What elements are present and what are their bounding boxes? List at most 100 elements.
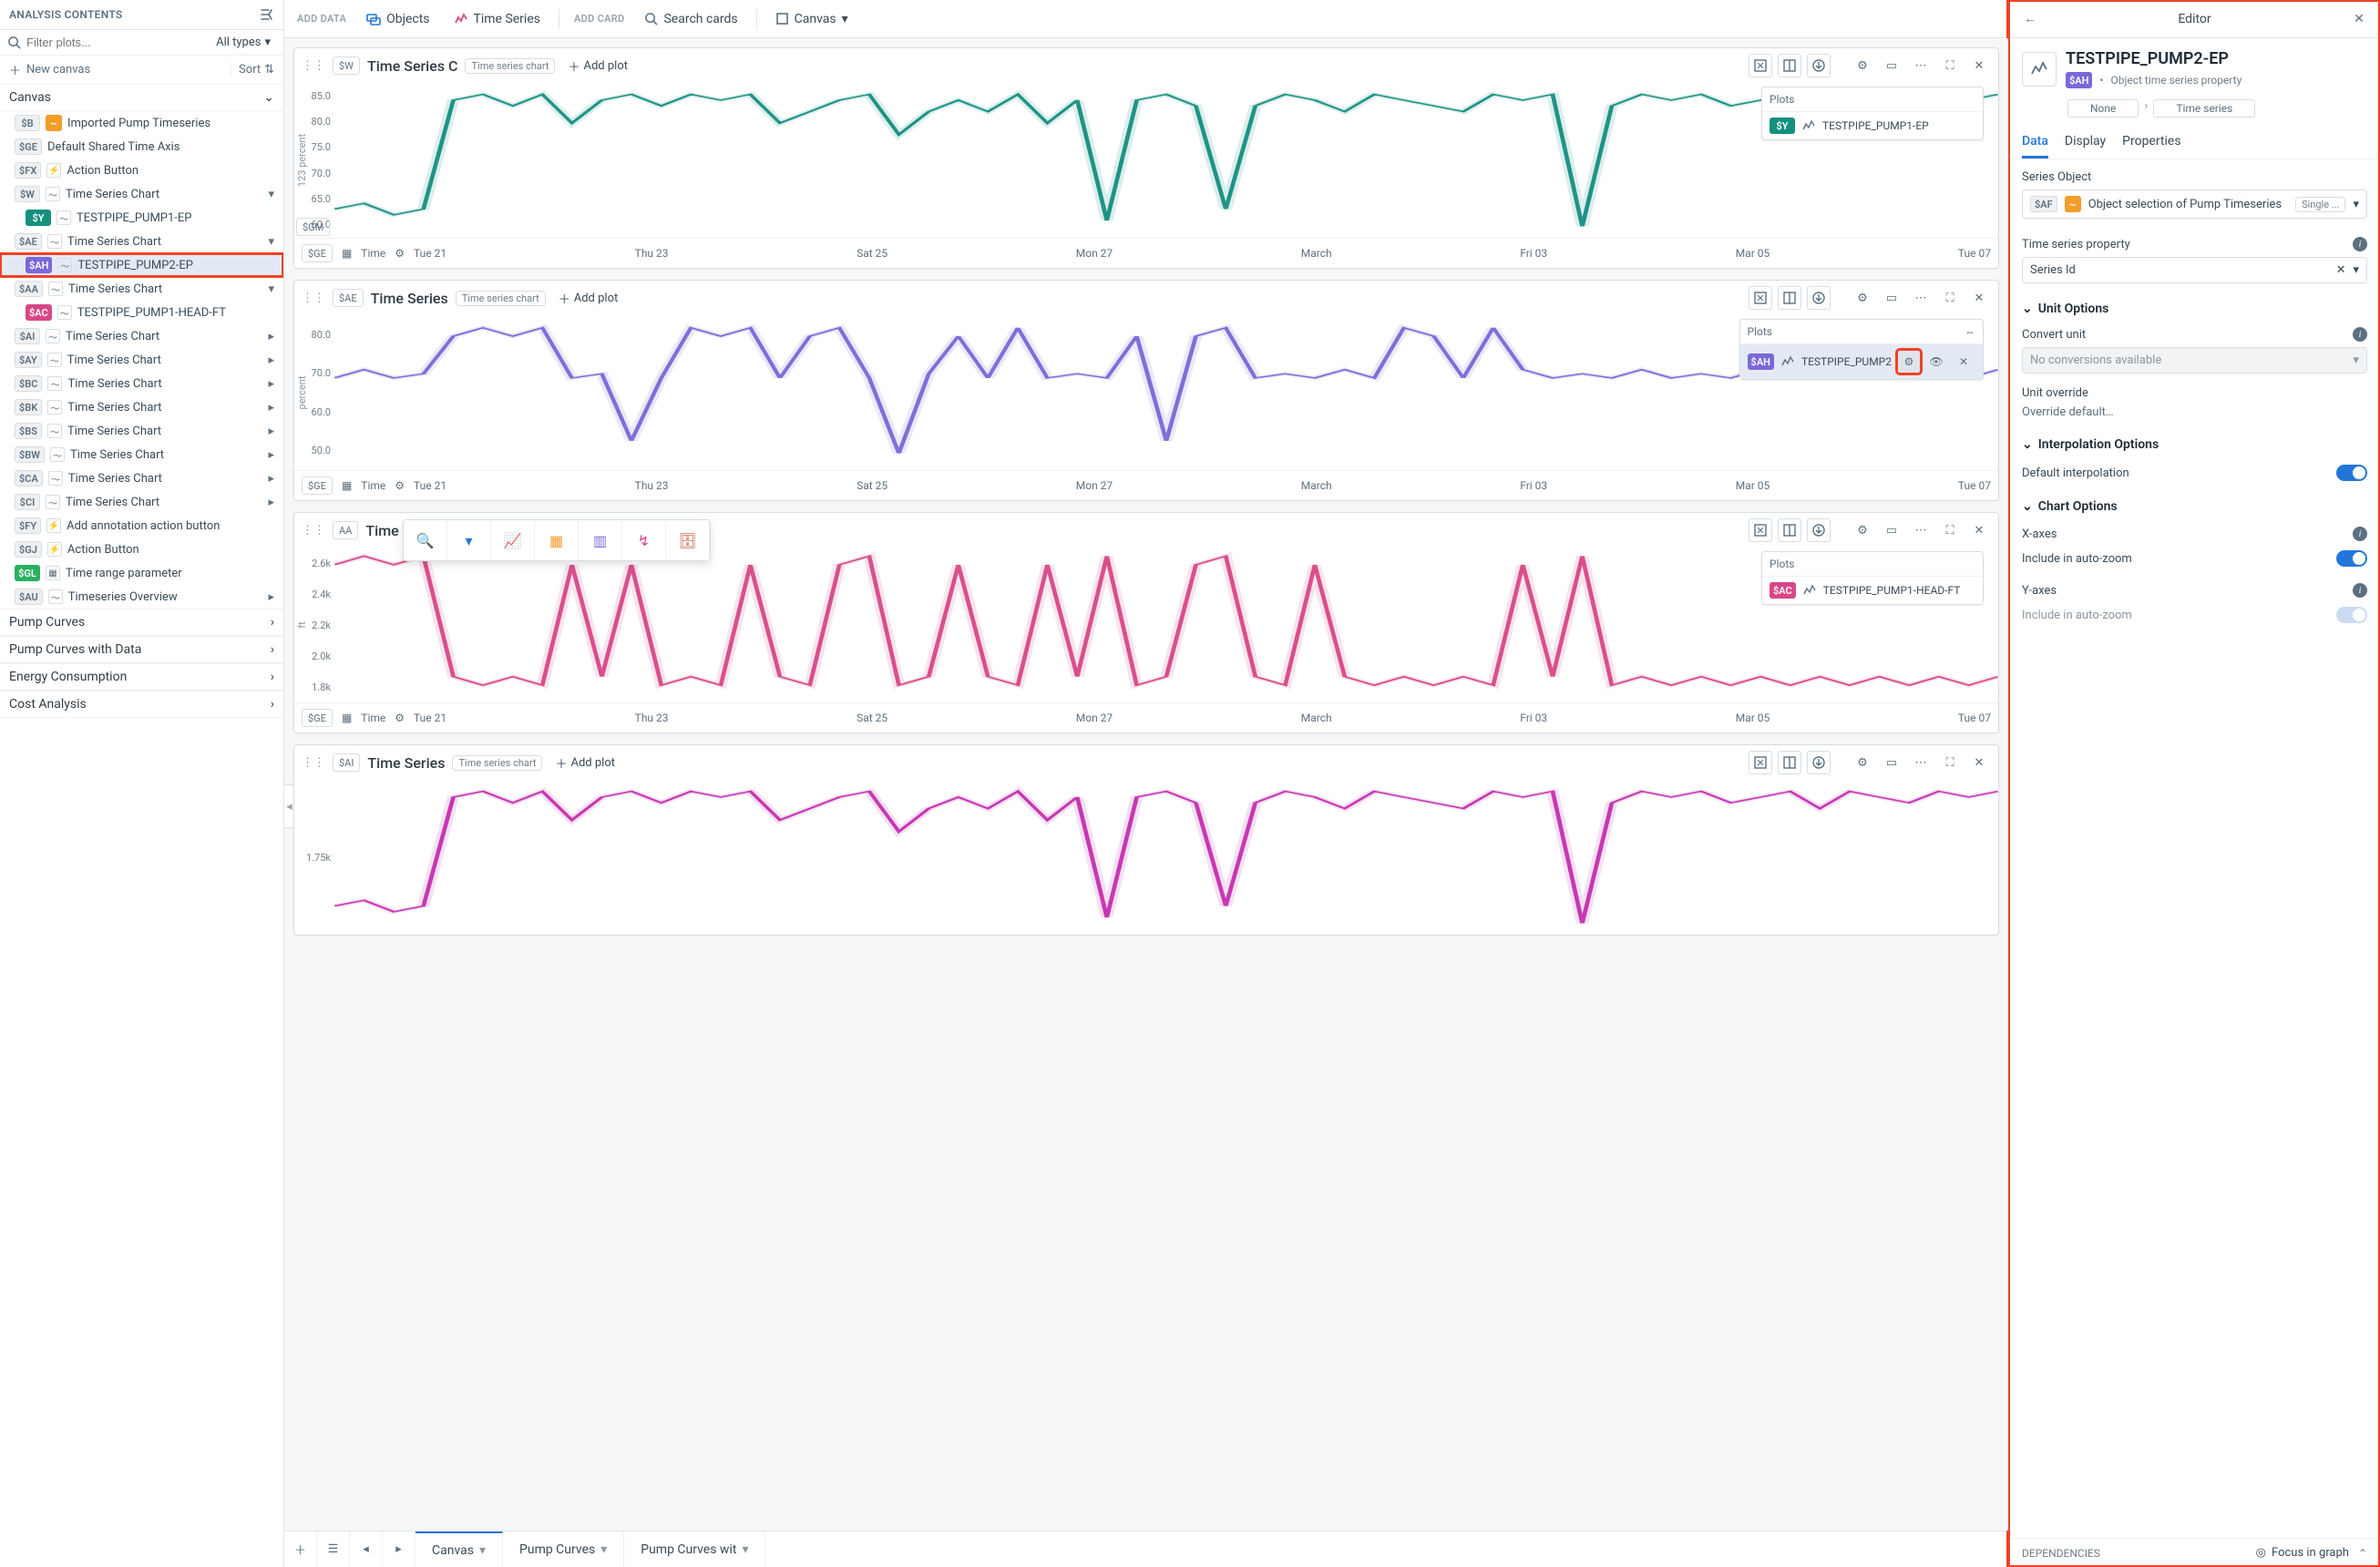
expand-icon[interactable]: ⛶ <box>1938 54 1962 77</box>
tree-item[interactable]: $FX ⚡ Action Button <box>0 159 283 182</box>
expand-icon[interactable]: ⛶ <box>1938 518 1962 542</box>
collapse-sidebar-icon[interactable] <box>260 7 274 22</box>
remove-icon[interactable]: ✕ <box>1952 350 1975 374</box>
more-icon[interactable]: ⋯ <box>1909 54 1933 77</box>
tree-item[interactable]: $FY ⚡ Add annotation action button <box>0 514 283 538</box>
gear-icon[interactable]: ⚙ <box>1851 518 1874 542</box>
bottom-section[interactable]: Pump Curves with Data› <box>0 636 283 663</box>
clear-icon[interactable]: ✕ <box>2336 263 2346 277</box>
tree-item[interactable]: $W 〜 Time Series Chart ▾ <box>0 182 283 206</box>
more-icon[interactable]: ⋯ <box>1909 286 1933 310</box>
download-icon[interactable] <box>1807 518 1831 542</box>
section-interpolation[interactable]: ⌄ Interpolation Options <box>2022 437 2367 452</box>
sort-button[interactable]: Sort ⇅ <box>231 63 274 77</box>
drag-handle-icon[interactable]: ⋮⋮ <box>302 756 325 770</box>
toggle-autozoom-x[interactable] <box>2336 550 2367 567</box>
chart-icon[interactable]: 📈 <box>491 520 535 560</box>
calendar-icon[interactable]: ▦ <box>342 247 352 260</box>
section-chart-options[interactable]: ⌄ Chart Options <box>2022 499 2367 514</box>
calendar-icon[interactable]: ▦ <box>342 479 352 492</box>
panel-icon[interactable] <box>1778 518 1801 542</box>
fit-icon[interactable] <box>1749 54 1772 77</box>
gear-icon[interactable]: ⚙ <box>1851 54 1874 77</box>
gear-icon[interactable]: ⚙ <box>395 712 405 724</box>
gear-icon[interactable]: ⚙ <box>1851 286 1874 310</box>
eye-icon[interactable]: 👁 <box>1924 350 1948 374</box>
add-plot-button[interactable]: ＋Add plot <box>562 57 633 75</box>
panel-icon[interactable] <box>1778 54 1801 77</box>
override-value[interactable]: Override default… <box>2022 405 2367 419</box>
present-icon[interactable]: ▭ <box>1880 518 1903 542</box>
db-icon[interactable]: 🗄 <box>666 520 710 560</box>
expand-icon[interactable]: ⛶ <box>1938 751 1962 774</box>
tree-item[interactable]: $CA 〜 Time Series Chart ▸ <box>0 466 283 490</box>
bottom-section[interactable]: Energy Consumption› <box>0 663 283 691</box>
tree-item[interactable]: $Y 〜 TESTPIPE_PUMP1-EP <box>0 206 283 230</box>
more-icon[interactable]: ⋯ <box>1909 751 1933 774</box>
section-unit-options[interactable]: ⌄ Unit Options <box>2022 302 2367 316</box>
close-icon[interactable]: ✕ <box>1967 518 1991 542</box>
info-icon[interactable]: i <box>2353 237 2367 251</box>
info-icon[interactable]: i <box>2353 527 2367 541</box>
close-icon[interactable]: ✕ <box>1967 751 1991 774</box>
panel-icon[interactable] <box>1778 751 1801 774</box>
tab-list-button[interactable]: ☰ <box>317 1531 350 1567</box>
info-icon[interactable]: i <box>2353 583 2367 598</box>
tree-item[interactable]: $CI 〜 Time Series Chart ▸ <box>0 490 283 514</box>
calc-icon[interactable]: ▦ <box>535 520 579 560</box>
search-icon[interactable]: 🔍 <box>404 520 447 560</box>
objects-button[interactable]: Objects <box>357 6 438 32</box>
bottom-section[interactable]: Pump Curves› <box>0 609 283 636</box>
close-icon[interactable]: ✕ <box>1967 286 1991 310</box>
fit-icon[interactable] <box>1749 751 1772 774</box>
tree-item[interactable]: $AC 〜 TESTPIPE_PUMP1-HEAD-FT <box>0 301 283 324</box>
tree-item[interactable]: $AE 〜 Time Series Chart ▾ <box>0 230 283 253</box>
tab-data[interactable]: Data <box>2022 127 2048 159</box>
panel-icon[interactable] <box>1778 286 1801 310</box>
add-plot-button[interactable]: ＋Add plot <box>549 754 621 772</box>
fit-icon[interactable] <box>1749 286 1772 310</box>
series-object-box[interactable]: $AF ~ Object selection of Pump Timeserie… <box>2022 189 2367 219</box>
tab-properties[interactable]: Properties <box>2122 127 2180 159</box>
tree-item[interactable]: $GE Default Shared Time Axis <box>0 135 283 159</box>
tree-item[interactable]: $GJ ⚡ Action Button <box>0 538 283 561</box>
canvas-dropdown[interactable]: Canvas ▾ <box>766 6 857 32</box>
download-icon[interactable] <box>1807 286 1831 310</box>
bottom-tab[interactable]: Canvas▾ <box>415 1531 503 1567</box>
focus-in-graph-button[interactable]: ◎ Focus in graph <box>2256 1546 2349 1560</box>
drag-handle-icon[interactable]: ⋮⋮ <box>302 59 325 73</box>
gear-icon[interactable]: ⚙ <box>395 479 405 492</box>
back-icon[interactable]: ← <box>2018 7 2042 31</box>
gear-icon[interactable]: ⚙ <box>395 247 405 260</box>
crumb-timeseries[interactable]: Time series <box>2153 99 2255 118</box>
add-plot-button[interactable]: ＋Add plot <box>553 290 624 307</box>
transform-icon[interactable]: ↯ <box>622 520 666 560</box>
gear-icon[interactable]: ⚙ <box>1851 751 1874 774</box>
tree-item[interactable]: $AY 〜 Time Series Chart ▸ <box>0 348 283 372</box>
filter-icon[interactable]: ▾ <box>447 520 491 560</box>
tab-display[interactable]: Display <box>2065 127 2106 159</box>
plot-gear-icon[interactable]: ⚙ <box>1897 350 1921 374</box>
close-icon[interactable]: ✕ <box>2347 7 2371 31</box>
tree-item[interactable]: $BW 〜 Time Series Chart ▸ <box>0 443 283 466</box>
table-icon[interactable]: ▥ <box>579 520 622 560</box>
types-dropdown[interactable]: All types ▾ <box>210 36 276 49</box>
tree-item[interactable]: $BS 〜 Time Series Chart ▸ <box>0 419 283 443</box>
crumb-none[interactable]: None <box>2067 99 2139 118</box>
tree-item[interactable]: $BK 〜 Time Series Chart ▸ <box>0 395 283 419</box>
tree-item[interactable]: $BC 〜 Time Series Chart ▸ <box>0 372 283 395</box>
filter-plots-input[interactable] <box>26 36 205 49</box>
present-icon[interactable]: ▭ <box>1880 286 1903 310</box>
drag-handle-icon[interactable]: ⋮⋮ <box>302 292 325 305</box>
download-icon[interactable] <box>1807 54 1831 77</box>
section-canvas[interactable]: Canvas ⌄ <box>0 85 283 111</box>
tree-item[interactable]: $B ~ Imported Pump Timeseries <box>0 111 283 135</box>
dependencies-label[interactable]: DEPENDENCIES <box>2022 1547 2100 1560</box>
present-icon[interactable]: ▭ <box>1880 751 1903 774</box>
new-canvas-button[interactable]: ＋ New canvas <box>9 61 90 78</box>
chevron-up-icon[interactable]: ⌃ <box>2358 1547 2367 1560</box>
tab-next-button[interactable]: ▸ <box>383 1531 415 1567</box>
tree-item[interactable]: $AU 〜 Timeseries Overview ▸ <box>0 585 283 609</box>
tsp-box[interactable]: Series Id ✕ ▾ <box>2022 257 2367 283</box>
toggle-default-interpolation[interactable] <box>2336 465 2367 481</box>
